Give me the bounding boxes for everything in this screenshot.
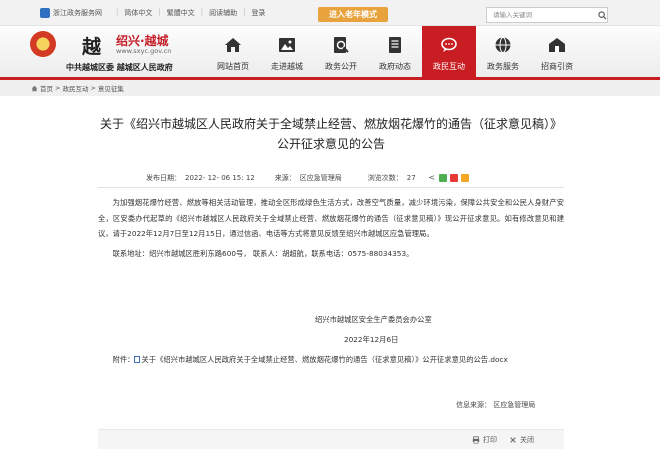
nav-item-open-government[interactable]: 政务公开: [314, 26, 368, 77]
brand-calligraphy: 越: [82, 36, 102, 58]
national-emblem-icon: [30, 31, 56, 57]
attachment: 附件： 关于《绍兴市越城区人民政府关于全域禁止经营、燃放烟花爆竹的通告（征求意见稿…: [98, 352, 564, 368]
search-icon: [597, 10, 606, 19]
breadcrumb-separator: >: [90, 84, 96, 92]
weibo-share-icon[interactable]: [449, 174, 458, 182]
article: 关于《绍兴市越城区人民政府关于全域禁止经营、燃放烟花爆竹的通告（征求意见稿）》公…: [98, 96, 564, 457]
wechat-share-icon[interactable]: [438, 174, 447, 182]
share-buttons: <: [427, 174, 469, 182]
nav-label: 走进越城: [271, 62, 303, 71]
share-icon[interactable]: <: [427, 174, 436, 182]
site-header: 越 绍兴·越城 www.sxyc.gov.cn 中共越城区委 越城区人民政府 网…: [0, 26, 660, 77]
main-nav: 网站首页 走进越城 政务公开 政府动态 政民互动 政务服务 招商引资: [206, 26, 584, 77]
print-icon: [472, 436, 480, 444]
gov-portal-link[interactable]: 浙江政务服务网: [40, 8, 102, 18]
elder-mode-button[interactable]: 进入老年模式: [318, 7, 388, 22]
published-date: 2022- 12- 06 15: 12: [185, 174, 255, 182]
brand-url: www.sxyc.gov.cn: [116, 47, 172, 55]
attachment-label: 附件：: [112, 355, 135, 364]
nav-label: 政务公开: [325, 62, 357, 71]
signature-date: 2022年12月6日: [344, 335, 399, 344]
signature-org: 绍兴市越城区安全生产委员会办公室: [315, 315, 432, 324]
print-label: 打印: [483, 436, 497, 444]
article-tools: 打印 关闭: [98, 429, 564, 449]
article-meta: 发布日期： 2022- 12- 06 15: 12 来源： 区应急管理局 浏览次…: [98, 171, 564, 185]
nav-item-interaction[interactable]: 政民互动: [422, 26, 476, 77]
chat-icon: [441, 37, 457, 52]
building-icon: [549, 38, 565, 52]
info-source: 信息来源： 区应急管理局: [456, 401, 536, 409]
nav-item-news[interactable]: 政府动态: [368, 26, 422, 77]
breadcrumb-separator: >: [55, 84, 61, 92]
nav-item-investment[interactable]: 招商引资: [530, 26, 584, 77]
document-search-icon: [334, 37, 349, 53]
link-login[interactable]: 登录: [251, 8, 265, 18]
meta-divider: [98, 187, 564, 188]
article-title: 关于《绍兴市越城区人民政府关于全域禁止经营、燃放烟花爆竹的通告（征求意见稿）》公…: [99, 117, 562, 151]
nav-label: 政府动态: [379, 62, 411, 71]
link-reading-assist[interactable]: 阅读辅助: [209, 8, 237, 18]
news-icon: [389, 37, 401, 53]
breadcrumb-interaction[interactable]: 政民互动: [62, 83, 88, 93]
source-label: 来源：: [274, 174, 296, 182]
gov-portal-logo-icon: [40, 8, 50, 18]
globe-icon: [495, 37, 511, 53]
close-icon: [510, 437, 516, 443]
breadcrumb-current[interactable]: 意见征集: [98, 83, 124, 93]
top-links: | 简体中文 | 繁體中文 | 阅读辅助 | 登录: [116, 8, 266, 18]
nav-item-about[interactable]: 走进越城: [260, 26, 314, 77]
top-utility-bar: 浙江政务服务网 | 简体中文 | 繁體中文 | 阅读辅助 | 登录 进入老年模式…: [0, 0, 660, 26]
source-value: 区应急管理局: [299, 174, 342, 182]
home-icon: [225, 38, 241, 52]
breadcrumb: 首页 > 政民互动 > 意见征集: [0, 80, 660, 96]
views-label: 浏览次数：: [367, 174, 403, 182]
published-label: 发布日期：: [146, 174, 181, 182]
link-simplified-chinese[interactable]: 简体中文: [124, 8, 152, 18]
brand-org: 中共越城区委 越城区人民政府: [66, 63, 173, 72]
qzone-share-icon[interactable]: [460, 174, 469, 182]
contact-info: 联系地址：绍兴市越城区胜利东路600号， 联系人：胡超航，联系电话：0575-8…: [112, 248, 414, 258]
article-body: 为加强烟花爆竹经营、燃放等相关活动管理，推动全区形成绿色生活方式，改善空气质量，…: [98, 195, 564, 261]
home-icon: [31, 85, 38, 91]
close-button[interactable]: 关闭: [509, 435, 534, 445]
search-button[interactable]: [596, 7, 608, 23]
nav-item-home[interactable]: 网站首页: [206, 26, 260, 77]
nav-label: 政务服务: [487, 62, 519, 71]
word-file-icon: [134, 356, 141, 363]
search-input[interactable]: 请输入关键词: [486, 7, 608, 23]
nav-label: 政民互动: [433, 62, 465, 71]
nav-label: 网站首页: [217, 62, 249, 71]
print-button[interactable]: 打印: [472, 435, 497, 445]
attachment-link[interactable]: 关于《绍兴市越城区人民政府关于全域禁止经营、燃放烟花爆竹的通告（征求意见稿）》公…: [141, 355, 507, 364]
body-paragraph: 为加强烟花爆竹经营、燃放等相关活动管理，推动全区形成绿色生活方式，改善空气质量，…: [98, 198, 564, 239]
views-count: 27: [406, 174, 416, 182]
link-traditional-chinese[interactable]: 繁體中文: [167, 8, 195, 18]
breadcrumb-home[interactable]: 首页: [40, 83, 53, 93]
landscape-icon: [279, 38, 295, 52]
nav-label: 招商引资: [541, 62, 573, 71]
gov-portal-label: 浙江政务服务网: [53, 9, 102, 17]
nav-item-services[interactable]: 政务服务: [476, 26, 530, 77]
close-label: 关闭: [520, 436, 534, 444]
